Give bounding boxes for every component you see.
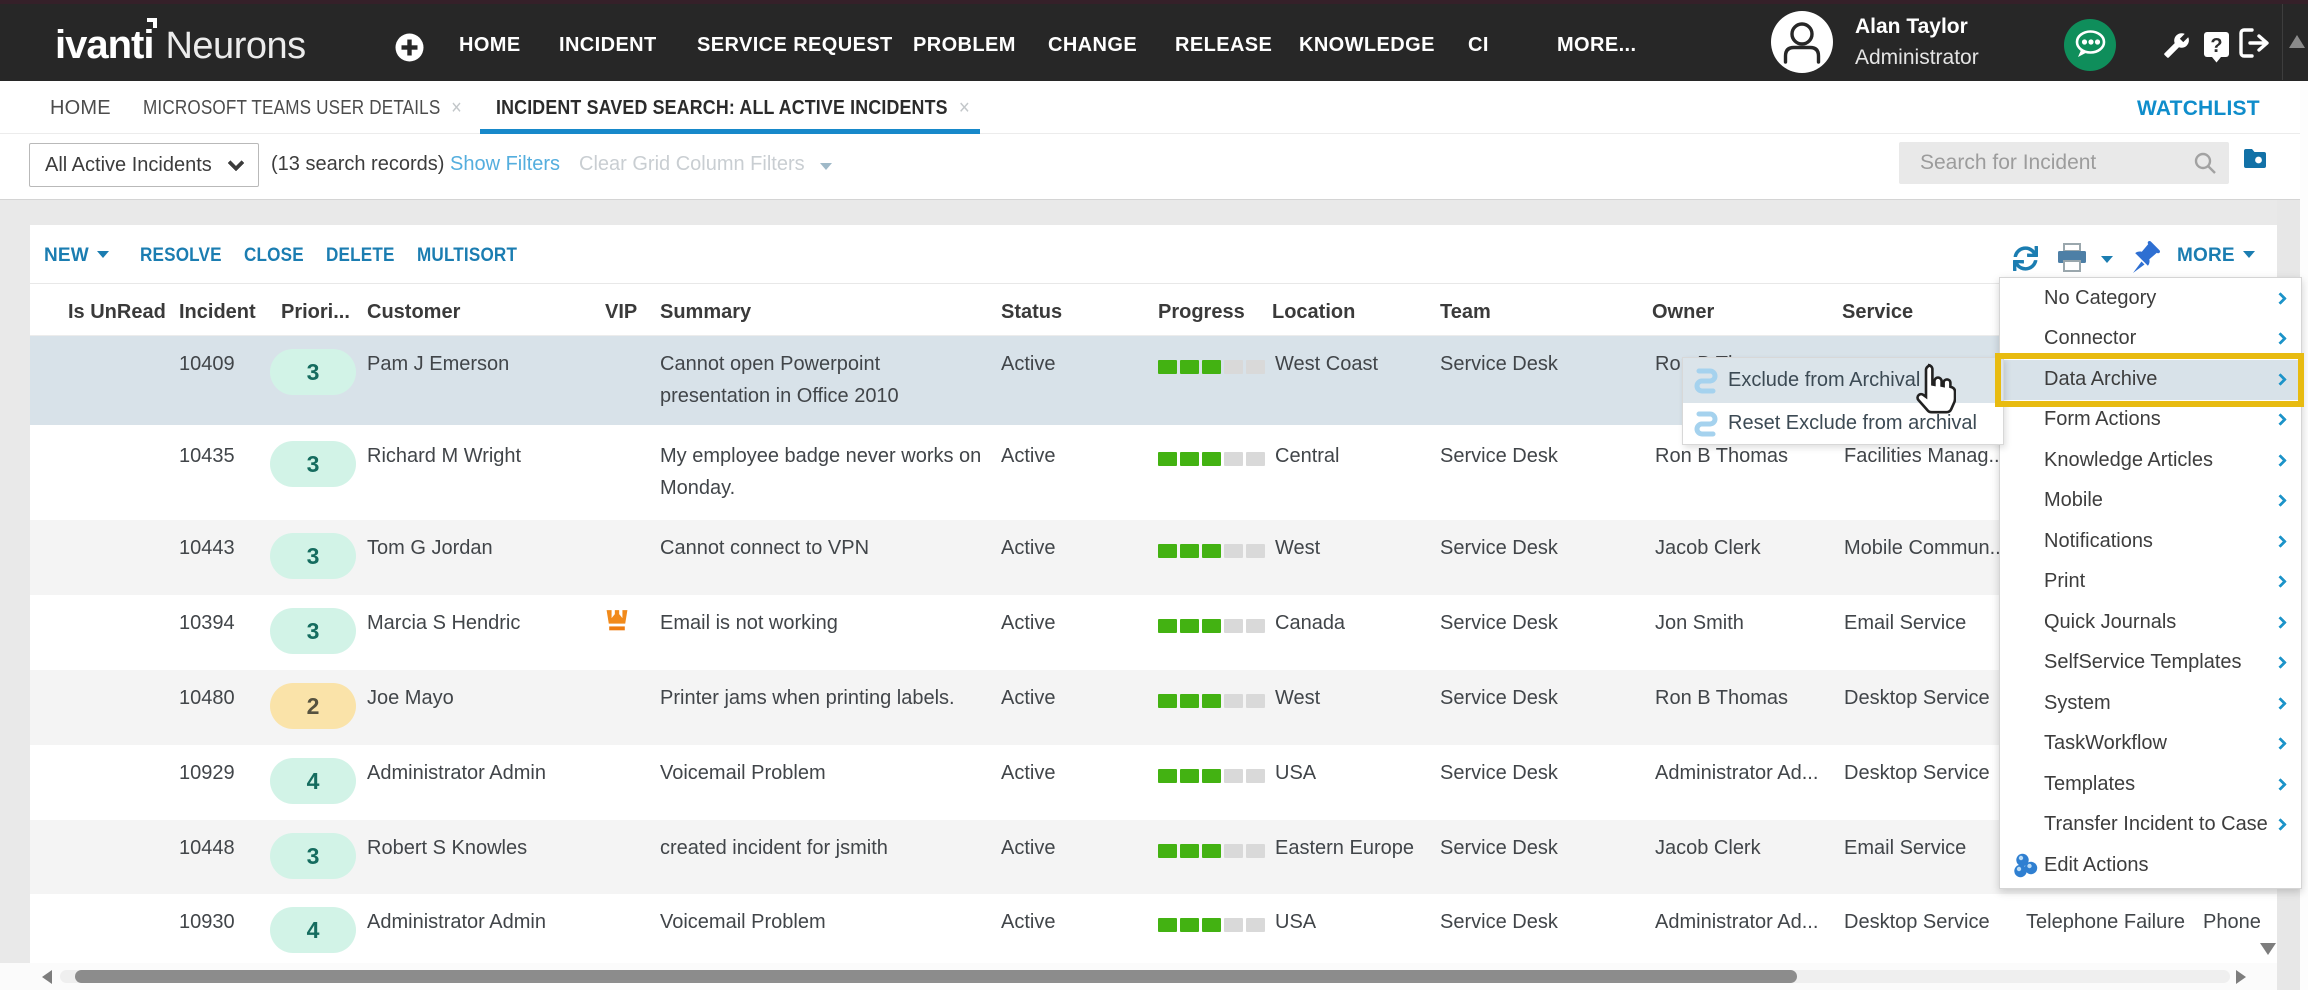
- svg-text:?: ?: [2210, 35, 2222, 57]
